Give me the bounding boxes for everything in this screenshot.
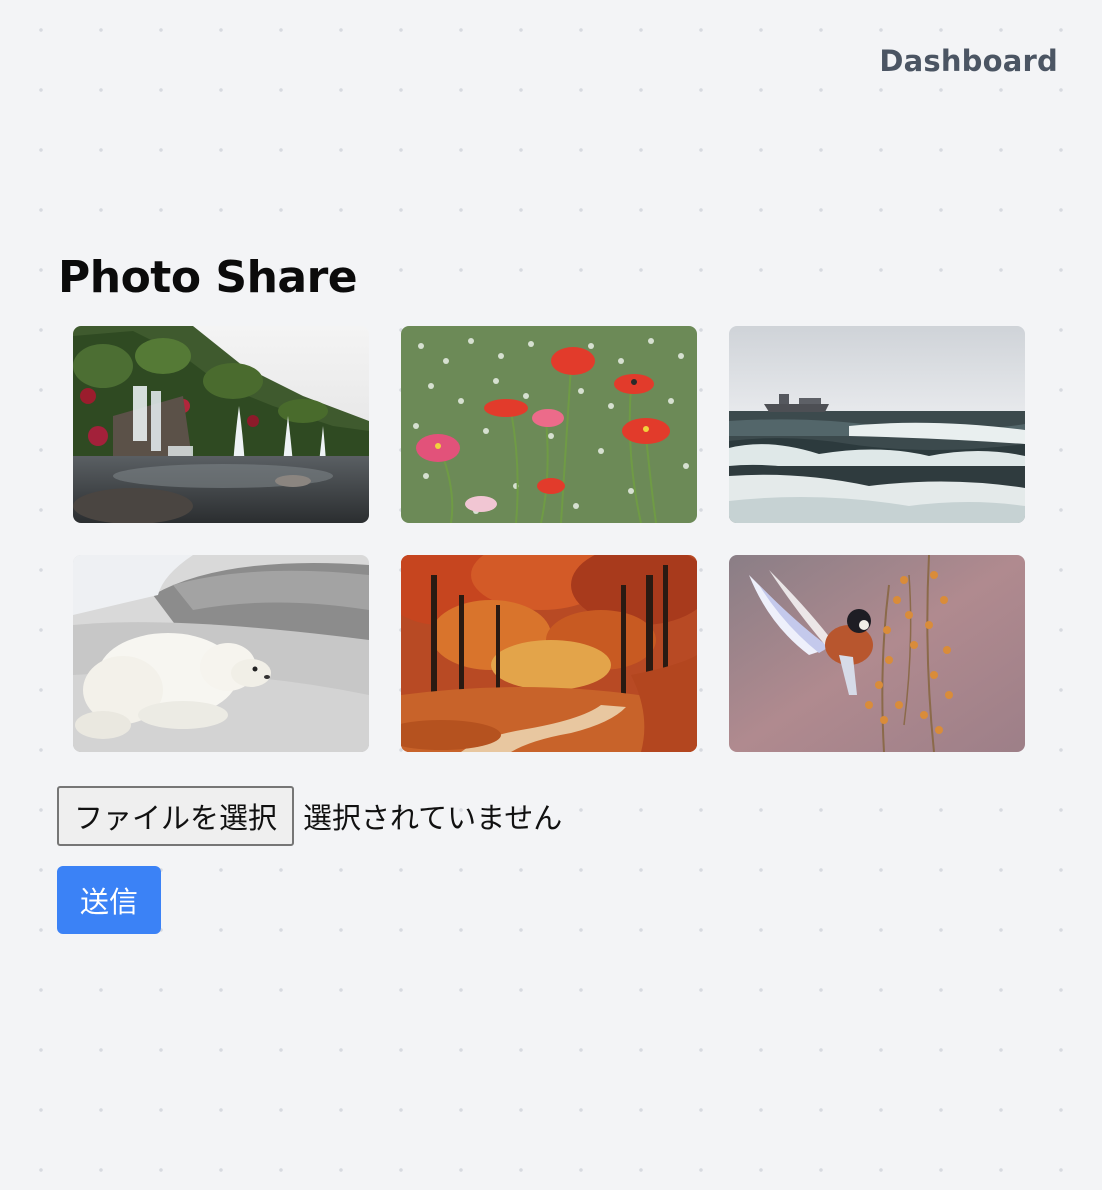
page-title: Photo Share: [58, 252, 358, 303]
bird-image: [729, 555, 1025, 752]
photo-gallery: [73, 326, 1025, 752]
choose-file-button[interactable]: ファイルを選択: [57, 786, 295, 846]
submit-button[interactable]: 送信: [57, 866, 161, 934]
photo-poppies[interactable]: [401, 326, 697, 523]
polar-bear-image: [73, 555, 369, 752]
dashboard-link[interactable]: Dashboard: [879, 44, 1058, 78]
autumn-forest-image: [401, 555, 697, 752]
file-status-text: 選択されていません: [303, 801, 563, 835]
photo-ocean[interactable]: [729, 326, 1025, 523]
photo-polar-bear[interactable]: [73, 555, 369, 752]
ocean-image: [729, 326, 1025, 523]
file-upload-row: ファイルを選択 選択されていません: [57, 786, 562, 846]
photo-bird[interactable]: [729, 555, 1025, 752]
waterfall-image: [73, 326, 369, 523]
photo-autumn-forest[interactable]: [401, 555, 697, 752]
photo-waterfall[interactable]: [73, 326, 369, 523]
poppies-image: [401, 326, 697, 523]
